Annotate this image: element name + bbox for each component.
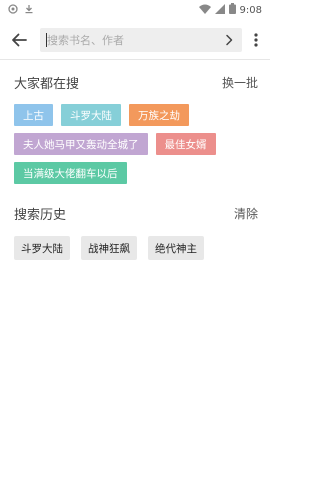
history-item[interactable]: 战神狂飙 xyxy=(81,236,137,260)
tag-row: 夫人她马甲又轰动全城了 最佳女婿 xyxy=(14,133,260,155)
text-cursor xyxy=(46,33,47,47)
status-time: 9:08 xyxy=(239,4,262,16)
history-item[interactable]: 斗罗大陆 xyxy=(14,236,70,260)
search-go-button[interactable] xyxy=(220,31,238,49)
hot-tag[interactable]: 万族之劫 xyxy=(129,104,189,126)
hot-search-tags: 上古 斗罗大陆 万族之劫 夫人她马甲又轰动全城了 最佳女婿 当满级大佬翻车以后 xyxy=(14,104,260,191)
arrow-left-icon xyxy=(12,33,27,46)
tag-row: 上古 斗罗大陆 万族之劫 xyxy=(14,104,260,126)
hot-tag[interactable]: 当满级大佬翻车以后 xyxy=(14,162,127,184)
battery-icon xyxy=(228,3,236,17)
search-input[interactable] xyxy=(40,29,210,51)
hot-tag[interactable]: 斗罗大陆 xyxy=(61,104,121,126)
more-vert-icon xyxy=(254,33,258,47)
refresh-button[interactable]: 换一批 xyxy=(222,74,258,91)
signal-icon xyxy=(214,3,225,17)
history-list: 斗罗大陆 战神狂飙 绝代神主 xyxy=(14,236,204,260)
hot-search-header: 大家都在搜 换一批 xyxy=(14,72,258,92)
wifi-icon xyxy=(198,4,211,17)
download-icon xyxy=(24,4,34,17)
hot-search-title: 大家都在搜 xyxy=(14,76,80,92)
clear-history-button[interactable]: 清除 xyxy=(234,205,258,222)
history-title: 搜索历史 xyxy=(14,207,67,223)
history-item[interactable]: 绝代神主 xyxy=(148,236,204,260)
status-bar: 9:08 xyxy=(0,0,270,20)
history-header: 搜索历史 清除 xyxy=(14,203,258,223)
search-box xyxy=(40,28,242,52)
notification-icon xyxy=(8,3,18,17)
back-button[interactable] xyxy=(0,20,38,60)
hot-tag[interactable]: 夫人她马甲又轰动全城了 xyxy=(14,133,148,155)
more-options-button[interactable] xyxy=(248,28,264,52)
tag-row: 当满级大佬翻车以后 xyxy=(14,162,260,184)
search-toolbar xyxy=(0,20,270,60)
chevron-right-icon xyxy=(226,34,233,46)
hot-tag[interactable]: 上古 xyxy=(14,104,53,126)
hot-tag[interactable]: 最佳女婿 xyxy=(155,133,216,155)
